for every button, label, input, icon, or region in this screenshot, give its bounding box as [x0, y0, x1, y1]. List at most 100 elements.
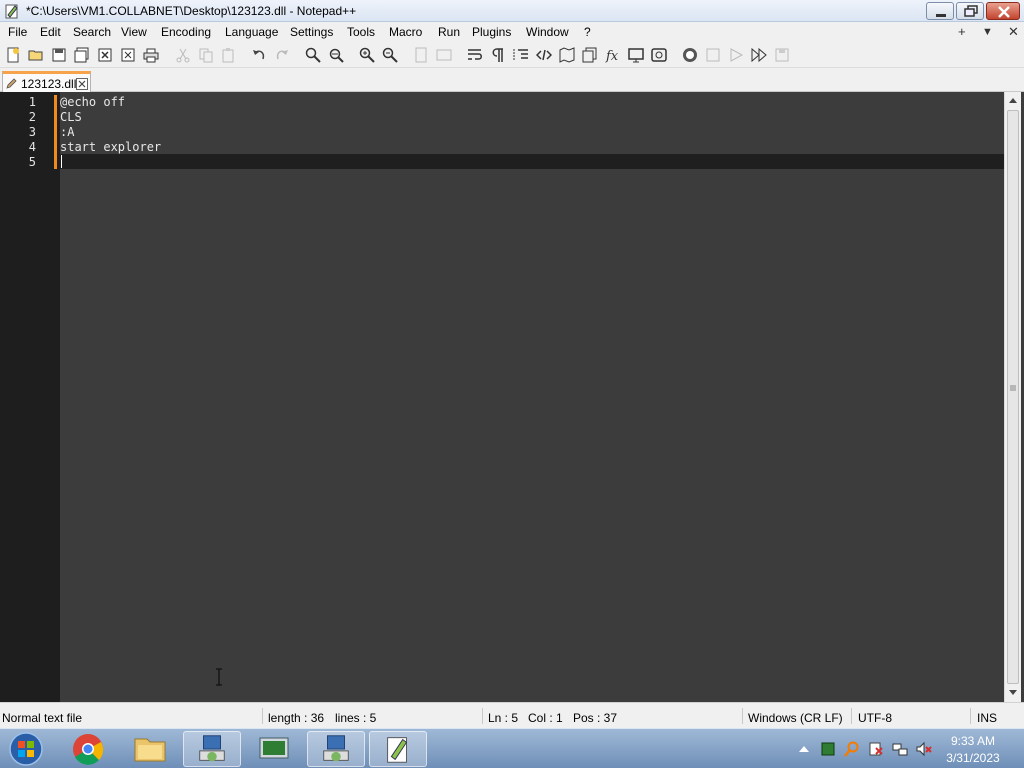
- show-hidden-icons-arrow[interactable]: [796, 741, 812, 757]
- notepadpp-icon[interactable]: [369, 731, 427, 767]
- redo-icon[interactable]: [272, 45, 292, 65]
- status-lines: lines : 5: [335, 711, 377, 725]
- network-icon[interactable]: [892, 741, 908, 757]
- scrollbar-thumb[interactable]: [1007, 110, 1019, 684]
- status-insert-mode[interactable]: INS: [977, 711, 997, 725]
- code-text-area[interactable]: @echo off CLS :A start explorer: [60, 92, 1004, 702]
- show-all-chars-icon[interactable]: [488, 45, 508, 65]
- menu-macro[interactable]: Macro: [389, 25, 422, 39]
- code-line[interactable]: @echo off: [60, 95, 125, 109]
- function-list-icon[interactable]: fx: [603, 45, 623, 65]
- menu-language[interactable]: Language: [225, 25, 278, 39]
- clock-time[interactable]: 9:33 AM: [930, 734, 1016, 748]
- line-number: 3: [28, 125, 36, 139]
- notepadpp-app-icon[interactable]: [4, 3, 20, 19]
- print-icon[interactable]: [141, 45, 161, 65]
- toolbar: fx: [0, 42, 1024, 68]
- menu-plugins[interactable]: Plugins: [472, 25, 511, 39]
- close-all-icon[interactable]: [118, 45, 138, 65]
- status-length: length : 36: [268, 711, 325, 725]
- cut-icon[interactable]: [173, 45, 193, 65]
- scroll-up-arrow-icon[interactable]: [1009, 97, 1017, 103]
- save-all-icon[interactable]: [72, 45, 92, 65]
- code-line[interactable]: CLS: [60, 110, 82, 124]
- svg-text:fx: fx: [605, 49, 619, 63]
- title-bar: *C:\Users\VM1.COLLABNET\Desktop\123123.d…: [0, 0, 1024, 22]
- copy-icon[interactable]: [196, 45, 216, 65]
- minimize-button[interactable]: [926, 2, 954, 20]
- clock-date[interactable]: 3/31/2023: [930, 751, 1016, 765]
- close-tab-x-icon[interactable]: ✕: [1008, 24, 1019, 40]
- language-xml-icon[interactable]: [534, 45, 554, 65]
- network-setup-icon[interactable]: [183, 731, 241, 767]
- sync-vertical-icon[interactable]: [411, 45, 431, 65]
- record-macro-icon[interactable]: [680, 45, 700, 65]
- network-setup-icon-2[interactable]: [307, 731, 365, 767]
- text-caret: [61, 155, 62, 168]
- tab-123123-dll[interactable]: 123123.dll: [2, 71, 91, 92]
- run-macro-multiple-icon[interactable]: [749, 45, 769, 65]
- editor-pane[interactable]: 1 2 3 4 5 @echo off CLS :A start explore…: [0, 92, 1024, 702]
- scroll-down-arrow-icon[interactable]: [1009, 690, 1017, 696]
- status-separator: [851, 708, 852, 724]
- windows-taskbar: 9:33 AM 3/31/2023: [0, 728, 1024, 768]
- undo-icon[interactable]: [249, 45, 269, 65]
- status-ln: Ln : 5: [488, 711, 519, 725]
- status-pos: Pos : 37: [573, 711, 618, 725]
- open-file-icon[interactable]: [26, 45, 46, 65]
- action-center-icon[interactable]: [868, 741, 884, 757]
- menu-help[interactable]: ?: [584, 25, 591, 39]
- menu-run[interactable]: Run: [438, 25, 460, 39]
- replace-icon[interactable]: [326, 45, 346, 65]
- magnifier-icon[interactable]: [844, 741, 860, 757]
- folder-workspace-icon[interactable]: [626, 45, 646, 65]
- zoom-out-icon[interactable]: [380, 45, 400, 65]
- restore-button[interactable]: [956, 2, 984, 20]
- grip-icon: [1010, 385, 1016, 391]
- window-title: *C:\Users\VM1.COLLABNET\Desktop\123123.d…: [26, 4, 357, 18]
- save-macro-icon[interactable]: [772, 45, 792, 65]
- stop-recording-icon[interactable]: [703, 45, 723, 65]
- start-orb[interactable]: [6, 731, 46, 767]
- status-separator: [262, 708, 263, 724]
- status-eol[interactable]: Windows (CR LF): [748, 711, 843, 725]
- tab-close-icon[interactable]: [76, 78, 88, 90]
- device-manager-icon[interactable]: [245, 731, 303, 767]
- document-map-icon[interactable]: [557, 45, 577, 65]
- status-encoding[interactable]: UTF-8: [858, 711, 892, 725]
- tab-list-dropdown-icon[interactable]: ▼: [982, 26, 993, 38]
- menu-search[interactable]: Search: [73, 25, 111, 39]
- menu-bar: File Edit Search View Encoding Language …: [0, 22, 1024, 42]
- menu-settings[interactable]: Settings: [290, 25, 333, 39]
- word-wrap-icon[interactable]: [465, 45, 485, 65]
- find-icon[interactable]: [303, 45, 323, 65]
- new-file-icon[interactable]: [3, 45, 23, 65]
- menu-tools[interactable]: Tools: [347, 25, 375, 39]
- zoom-in-icon[interactable]: [357, 45, 377, 65]
- chrome-icon[interactable]: [59, 731, 117, 767]
- close-icon[interactable]: [95, 45, 115, 65]
- play-macro-icon[interactable]: [726, 45, 746, 65]
- menu-encoding[interactable]: Encoding: [161, 25, 211, 39]
- code-line[interactable]: :A: [60, 125, 74, 139]
- new-tab-plus-icon[interactable]: +: [958, 24, 966, 39]
- menu-view[interactable]: View: [121, 25, 147, 39]
- menu-window[interactable]: Window: [526, 25, 569, 39]
- tab-label: 123123.dll: [21, 77, 77, 91]
- menu-edit[interactable]: Edit: [40, 25, 61, 39]
- indent-guide-icon[interactable]: [511, 45, 531, 65]
- file-explorer-icon[interactable]: [121, 731, 179, 767]
- monitoring-icon[interactable]: [649, 45, 669, 65]
- vertical-scrollbar[interactable]: [1004, 92, 1021, 702]
- code-line[interactable]: start explorer: [60, 140, 161, 154]
- sync-horizontal-icon[interactable]: [434, 45, 454, 65]
- menu-file[interactable]: File: [8, 25, 27, 39]
- line-number: 5: [28, 155, 36, 169]
- save-icon[interactable]: [49, 45, 69, 65]
- paste-icon[interactable]: [219, 45, 239, 65]
- document-list-icon[interactable]: [580, 45, 600, 65]
- change-history-marker: [54, 95, 57, 169]
- green-square-icon[interactable]: [820, 741, 836, 757]
- close-window-button[interactable]: [986, 2, 1020, 20]
- line-number-gutter: 1 2 3 4 5: [0, 92, 60, 702]
